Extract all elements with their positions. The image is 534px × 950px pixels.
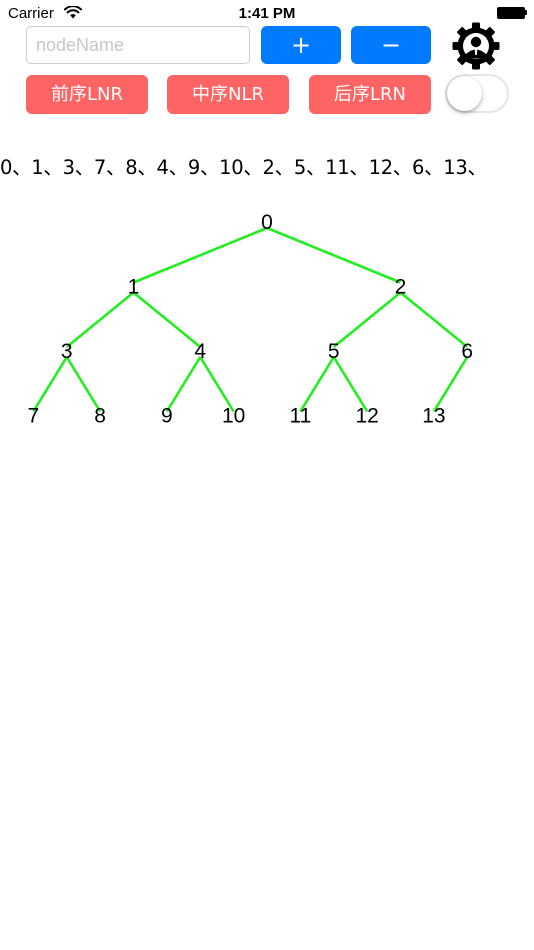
tree-node-label: 10 xyxy=(222,405,245,428)
tree-edge xyxy=(165,356,202,413)
tree-edge xyxy=(65,291,135,349)
tree-edge xyxy=(266,226,401,284)
tree-node-label: 6 xyxy=(461,340,473,363)
tree-node-label: 2 xyxy=(395,276,407,299)
binary-tree-canvas: 01 23 4 5 67 8 9 10 11 12 13 xyxy=(28,211,474,428)
tree-node-label: 0 xyxy=(261,211,273,234)
tree-node-label: 4 xyxy=(194,340,206,363)
tree-node-label: 12 xyxy=(355,405,378,428)
tree-edge xyxy=(332,356,369,413)
tree-edge xyxy=(332,291,402,349)
tree-edge xyxy=(133,226,268,284)
tree-node-label: 3 xyxy=(61,340,73,363)
tree-node-label: 13 xyxy=(422,405,445,428)
tree-edge xyxy=(399,291,469,349)
tree-node-label: 8 xyxy=(94,405,106,428)
tree-node-label: 11 xyxy=(289,405,311,428)
tree-node-label: 7 xyxy=(28,405,40,428)
tree-edge xyxy=(199,356,235,413)
tree-edge xyxy=(132,291,202,349)
tree-node-label: 1 xyxy=(128,276,140,299)
tree-edge xyxy=(32,356,68,413)
tree-edge xyxy=(65,356,102,413)
tree-edge xyxy=(299,356,335,413)
tree-edge xyxy=(432,356,469,413)
tree-node-label: 5 xyxy=(328,340,340,363)
tree-node-label: 9 xyxy=(161,405,173,428)
